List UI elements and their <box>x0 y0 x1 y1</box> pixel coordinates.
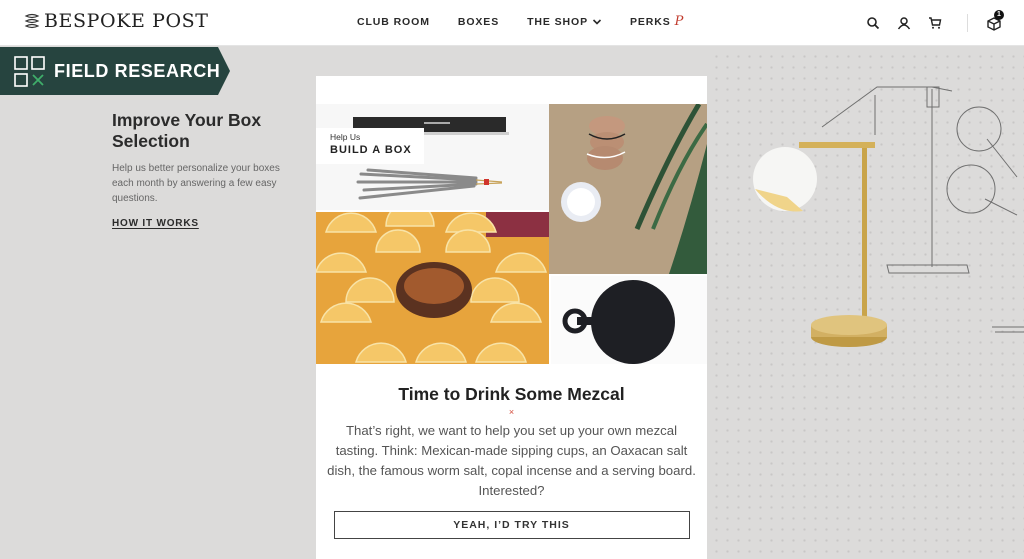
field-research-banner: FIELD RESEARCH <box>0 47 230 95</box>
chevron-down-icon <box>592 19 602 25</box>
box-button[interactable]: 1 <box>986 10 1004 31</box>
site-header: BESPOKE POST CLUB ROOM BOXES THE SHOP PE… <box>0 0 1024 46</box>
intro-section: Improve Your Box Selection Help us bette… <box>112 110 302 231</box>
yeah-id-try-this-button[interactable]: YEAH, I’D TRY THIS <box>333 511 690 539</box>
nav-label: CLUB ROOM <box>357 16 430 28</box>
intro-heading: Improve Your Box Selection <box>112 110 262 151</box>
nav-label: BOXES <box>457 16 500 28</box>
perks-p-icon: P <box>674 14 685 29</box>
nav-perks[interactable]: PERKS P <box>629 14 685 29</box>
build-a-box-label: Help Us BUILD A BOX <box>316 128 424 164</box>
build-label-big: BUILD A BOX <box>330 144 412 156</box>
header-actions: 1 <box>866 10 1004 32</box>
card-body: Time to Drink Some Mezcal × That’s right… <box>316 384 707 539</box>
sipping-cups-image <box>549 104 707 274</box>
brand-logo[interactable]: BESPOKE POST <box>24 11 209 31</box>
product-collage: Help Us BUILD A BOX <box>316 104 707 364</box>
field-research-logo-icon <box>14 56 45 87</box>
nav-label: PERKS <box>629 16 671 28</box>
orange-slices-image <box>316 212 549 364</box>
nav-boxes[interactable]: BOXES <box>458 16 499 28</box>
banner-title: FIELD RESEARCH <box>54 61 221 81</box>
search-icon[interactable] <box>866 16 880 30</box>
nav-club-room[interactable]: CLUB ROOM <box>357 16 430 28</box>
copal-incense-image: Help Us BUILD A BOX <box>316 104 549 210</box>
desk-lamp-illustration <box>753 86 1024 347</box>
build-label-small: Help Us <box>330 132 361 142</box>
user-icon[interactable] <box>897 16 911 30</box>
survey-card: Help Us BUILD A BOX Time to Drink Some M… <box>316 76 707 559</box>
main-nav: CLUB ROOM BOXES THE SHOP PERKS P <box>357 14 712 29</box>
box-count-badge: 1 <box>994 10 1004 20</box>
bespoke-post-logo-icon <box>24 13 40 29</box>
header-divider <box>967 14 968 32</box>
cart-icon[interactable] <box>928 16 942 30</box>
divider-x-icon: × <box>508 407 515 417</box>
nav-the-shop[interactable]: THE SHOP <box>527 16 602 28</box>
intro-description: Help us better personalize your boxes ea… <box>112 163 280 204</box>
brand-name: BESPOKE POST <box>44 10 209 32</box>
card-description: That’s right, we want to help you set up… <box>327 423 696 498</box>
how-it-works-link[interactable]: HOW IT WORKS <box>112 218 199 229</box>
nav-label: THE SHOP <box>527 16 588 28</box>
serving-board-image <box>551 276 707 364</box>
lamp-sketch-decor <box>707 47 1024 559</box>
card-title: Time to Drink Some Mezcal <box>398 384 625 404</box>
